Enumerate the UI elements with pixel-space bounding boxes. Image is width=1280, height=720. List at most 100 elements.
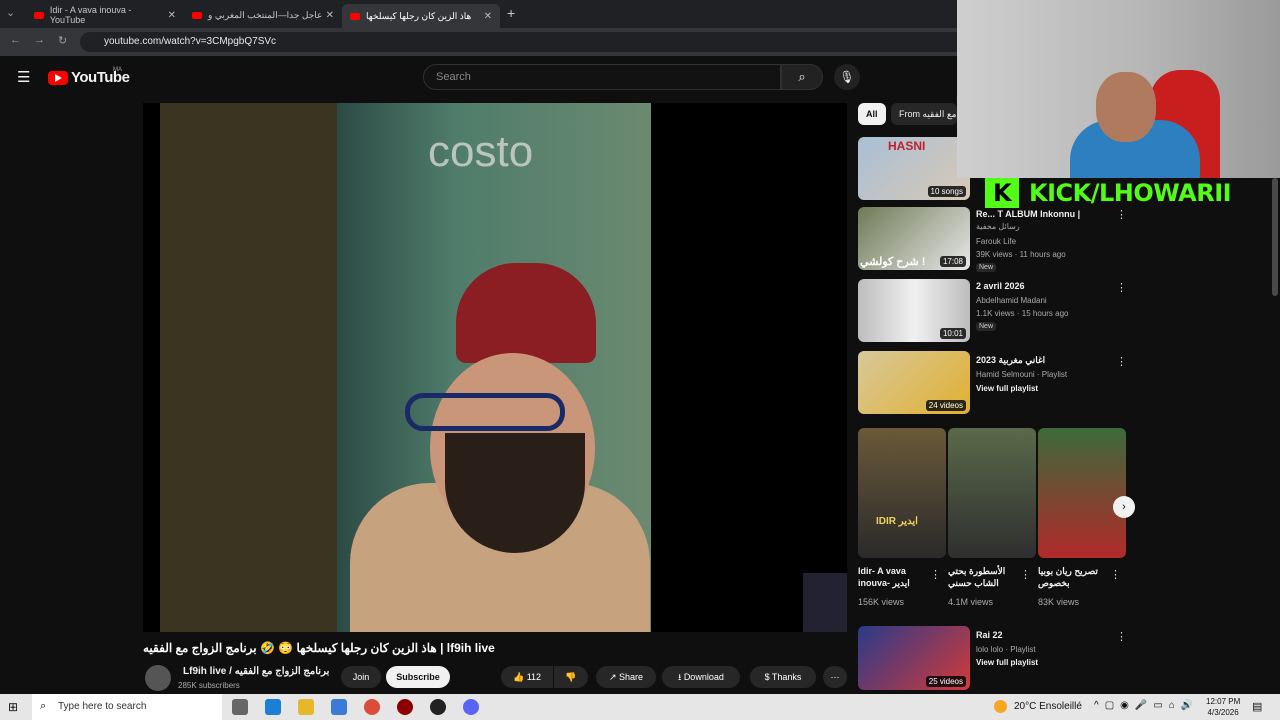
video-title: lf9ih live | هاذ الزين كان رجلها كيسلخها… — [143, 641, 495, 655]
related-thumbnail[interactable]: HASNI 10 songs — [858, 137, 970, 200]
subscribe-button[interactable]: Subscribe — [386, 666, 450, 688]
shelf-views: 83K views — [1038, 597, 1080, 607]
shelf-title[interactable]: الأسطورة بحتي الشاب حسني — [948, 565, 1018, 589]
more-options-icon[interactable]: ⋮ — [1116, 208, 1127, 221]
related-channel[interactable]: Hamid Selmouni · Playlist — [976, 370, 1067, 379]
more-options-icon[interactable]: ⋮ — [1116, 281, 1127, 294]
tab-search-icon[interactable]: ⌄ — [6, 6, 15, 19]
youtube-play-icon — [48, 70, 68, 85]
chip-all[interactable]: All — [858, 103, 886, 125]
tab-current-video[interactable]: هاذ الزين كان رجلها كيسلخها ✕ — [342, 4, 500, 28]
close-tab-icon[interactable]: ✕ — [484, 11, 492, 22]
thumbnail-text: HASNI — [888, 139, 926, 153]
shelf-thumbnail[interactable] — [1038, 428, 1126, 558]
more-options-icon[interactable]: ⋮ — [1020, 568, 1031, 581]
share-button[interactable]: ↗ Share — [596, 666, 656, 688]
view-full-playlist-link[interactable]: View full playlist — [976, 384, 1038, 393]
reload-icon[interactable]: ↻ — [58, 34, 67, 47]
taskbar-clock[interactable]: 12:07 PM 4/3/2026 — [1206, 696, 1240, 718]
shelf-views: 156K views — [858, 597, 905, 607]
chrome-icon[interactable] — [364, 699, 380, 715]
related-title[interactable]: Rai 22 — [976, 630, 1108, 640]
hamburger-menu-icon[interactable]: ☰ — [17, 68, 30, 86]
app-icon[interactable] — [430, 699, 446, 715]
related-title[interactable]: اغاني مغربية 2023 — [976, 355, 1108, 366]
more-options-icon[interactable]: ⋮ — [930, 568, 941, 581]
new-tab-icon[interactable]: + — [507, 5, 515, 21]
more-options-icon[interactable]: ⋮ — [1110, 568, 1121, 581]
more-options-icon[interactable]: ⋮ — [1116, 630, 1127, 643]
download-button[interactable]: ⭳ Download — [662, 666, 740, 688]
task-view-icon[interactable] — [232, 699, 248, 715]
shelf-thumbnail[interactable] — [948, 428, 1036, 558]
shelf-title[interactable]: Idir- A vava inouva- ايدير — [858, 565, 928, 589]
duration-badge: 17:08 — [939, 256, 966, 267]
taskbar-search-input[interactable]: Type here to search — [32, 694, 222, 720]
related-thumbnail[interactable]: 25 videos — [858, 626, 970, 690]
file-explorer-icon[interactable] — [298, 699, 314, 715]
related-title[interactable]: Re... T ALBUM Inkonnu | — [976, 209, 1108, 219]
thanks-label: Thanks — [771, 672, 802, 682]
chevron-right-icon: › — [1122, 501, 1126, 513]
obs-icon[interactable] — [397, 699, 413, 715]
shelf-next-button[interactable]: › — [1113, 496, 1135, 518]
channel-avatar[interactable] — [145, 665, 171, 691]
join-button[interactable]: Join — [341, 666, 381, 688]
kick-overlay: K KICK/LHOWARII — [985, 178, 1232, 208]
search-input[interactable]: Search — [423, 64, 781, 90]
kick-logo-icon: K — [985, 178, 1019, 208]
microphone-icon: 🎙 — [839, 70, 855, 84]
related-channel[interactable]: Abdelhamid Madani — [976, 296, 1047, 305]
tab-label: Idir - A vava inouva - YouTube — [49, 5, 132, 25]
thanks-icon: $ — [764, 672, 770, 682]
video-subject-hat — [456, 263, 596, 363]
tab-montakhab[interactable]: عاجل جدا—المنتخب المغربي و ✕ — [184, 4, 342, 26]
system-tray-icons[interactable]: ^▢◉🎤▭⌂🔊 — [1094, 700, 1199, 711]
like-button[interactable]: 👍 112 — [501, 666, 553, 688]
view-full-playlist-link[interactable]: View full playlist — [976, 658, 1038, 667]
search-button[interactable]: ⌕ — [781, 64, 823, 90]
more-options-icon[interactable]: ⋮ — [1116, 355, 1127, 368]
discord-icon[interactable] — [463, 699, 479, 715]
store-icon[interactable] — [331, 699, 347, 715]
voice-search-button[interactable]: 🎙 — [834, 64, 860, 90]
search-icon: ⌕ — [40, 700, 47, 712]
kick-handle: KICK/LHOWARII — [1029, 179, 1232, 207]
video-count-badge: 25 videos — [925, 676, 966, 687]
close-tab-icon[interactable]: ✕ — [326, 10, 334, 21]
notifications-icon[interactable]: ▤ — [1252, 700, 1262, 713]
windows-taskbar: ⊞ Type here to search ⌕ 20°C Ensoleillé … — [0, 694, 1280, 720]
download-label: Download — [683, 672, 724, 682]
clock-time: 12:07 PM — [1206, 697, 1241, 706]
tab-idir[interactable]: Idir - A vava inouva - YouTube ✕ — [26, 4, 184, 26]
channel-name[interactable]: Lf9ih live / برنامج الزواج مع الفقيه — [183, 666, 329, 677]
related-channel[interactable]: lolo lolo · Playlist — [976, 645, 1036, 654]
edge-icon[interactable] — [265, 699, 281, 715]
related-thumbnail[interactable]: شرح كولشي ! 17:08 — [858, 207, 970, 270]
dislike-button[interactable]: 👎 — [554, 666, 588, 688]
back-icon[interactable]: ← — [10, 34, 21, 46]
forward-icon[interactable]: → — [34, 34, 45, 46]
windows-start-icon[interactable]: ⊞ — [8, 700, 18, 714]
weather-widget[interactable]: 20°C Ensoleillé — [1014, 701, 1082, 712]
shelf-thumbnail[interactable]: IDIR ايدير — [858, 428, 946, 558]
related-title[interactable]: 2 avril 2026 — [976, 281, 1108, 291]
youtube-favicon-icon — [350, 12, 360, 20]
related-meta: 1.1K views · 15 hours ago — [976, 309, 1069, 318]
video-subject-glasses — [405, 393, 565, 431]
page-scrollbar[interactable] — [1272, 178, 1278, 296]
thumbnail-text: IDIR ايدير — [876, 516, 918, 527]
thanks-button[interactable]: $ Thanks — [750, 666, 816, 688]
more-actions-button[interactable]: ⋯ — [823, 666, 847, 688]
related-channel[interactable]: Farouk Life — [976, 237, 1016, 246]
related-thumbnail[interactable]: 24 videos — [858, 351, 970, 414]
related-meta: 39K views · 11 hours ago — [976, 250, 1066, 259]
related-thumbnail[interactable]: 10:01 — [858, 279, 970, 342]
video-player[interactable]: costo — [143, 103, 847, 632]
close-tab-icon[interactable]: ✕ — [168, 10, 176, 21]
shelf-title[interactable]: تصريح ريان بوبيا بخصوص — [1038, 565, 1108, 589]
search-icon: ⌕ — [798, 69, 806, 84]
share-icon: ↗ — [608, 672, 617, 682]
chip-from-channel[interactable]: From برنامج الزواج مع الفقيه — [891, 103, 957, 125]
share-label: Share — [619, 672, 644, 682]
